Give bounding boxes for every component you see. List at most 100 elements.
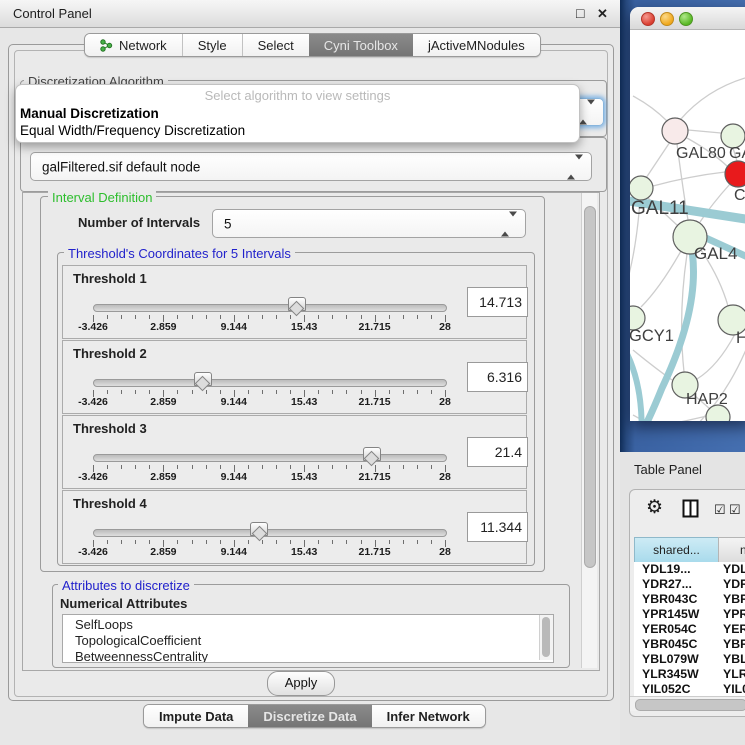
network-window-titlebar[interactable] <box>630 7 745 30</box>
network-edge[interactable] <box>630 338 642 421</box>
tab-style[interactable]: Style <box>182 34 242 56</box>
tick-mark <box>107 540 108 544</box>
tab-impute-data[interactable]: Impute Data <box>144 705 248 727</box>
cell-shared-name: YBR043C <box>642 592 697 607</box>
network-edge[interactable] <box>688 130 721 133</box>
network-edge[interactable] <box>697 334 735 379</box>
scrollbar-thumb[interactable] <box>542 617 550 657</box>
threshold-value-field[interactable]: 21.4 <box>467 437 528 467</box>
slider-track[interactable] <box>93 454 447 462</box>
tick-mark <box>192 465 193 469</box>
right-side-region: GAL80GACGAL11GAL4GCY1HAHAP2 Table Panel … <box>620 0 745 745</box>
select-all-checkbox-icon[interactable]: ☑ <box>729 502 741 518</box>
algorithm-option-equal-width-frequency-discretization[interactable]: Equal Width/Frequency Discretization <box>20 123 245 138</box>
tick-mark <box>431 465 432 469</box>
table-row[interactable]: YBR043CYBR0 <box>634 592 745 607</box>
node-label: GCY1 <box>630 327 674 345</box>
attribute-item-selfloops[interactable]: SelfLoops <box>63 617 553 633</box>
tab-jactivemnodules[interactable]: jActiveMNodules <box>413 34 540 56</box>
network-node[interactable] <box>630 176 653 200</box>
cell-shared-name: YBL079W <box>642 652 699 667</box>
network-edge[interactable] <box>653 172 725 186</box>
cell-name: YER0 <box>723 622 745 637</box>
column-header-shared-name[interactable]: shared... <box>634 537 719 563</box>
threshold-value-field[interactable]: 11.344 <box>467 512 528 542</box>
network-edge[interactable] <box>633 96 667 121</box>
gear-icon[interactable]: ⚙ <box>646 496 663 519</box>
horizontal-scrollbar[interactable] <box>630 696 745 711</box>
tick-mark <box>361 465 362 469</box>
tick-mark <box>389 315 390 319</box>
interval-definition-title: Interval Definition <box>48 190 156 205</box>
list-scrollbar[interactable] <box>539 615 553 660</box>
tab-network[interactable]: Network <box>85 34 182 56</box>
slider-track[interactable] <box>93 304 447 312</box>
tab-infer-network[interactable]: Infer Network <box>372 705 485 727</box>
network-edge[interactable] <box>680 78 745 120</box>
slider-track[interactable] <box>93 529 447 537</box>
tick-label: 15.43 <box>291 546 317 558</box>
tab-label: Style <box>198 38 227 53</box>
close-icon[interactable]: ✕ <box>597 6 608 22</box>
tick-mark <box>220 390 221 394</box>
tick-label: -3.426 <box>78 321 108 333</box>
split-view-icon[interactable] <box>682 499 699 518</box>
tick-label: 28 <box>439 546 451 558</box>
table-row[interactable]: YDR27...YDR2 <box>634 577 745 592</box>
vertical-scrollbar[interactable] <box>581 193 597 668</box>
table-row[interactable]: YER054CYER0 <box>634 622 745 637</box>
float-window-icon[interactable]: □ <box>576 5 584 21</box>
tab-select[interactable]: Select <box>242 34 309 56</box>
network-edge[interactable] <box>641 251 681 307</box>
close-traffic-light-icon[interactable] <box>641 12 655 26</box>
threshold-value-field[interactable]: 14.713 <box>467 287 528 317</box>
tick-mark <box>135 390 136 394</box>
slider-thumb[interactable] <box>194 372 212 386</box>
select-columns-checkbox-icon[interactable]: ☑ <box>714 502 726 518</box>
threshold-panel: Threshold 2-3.4262.8599.14415.4321.71528… <box>62 340 527 414</box>
table-row[interactable]: YLR345WYLR3 <box>634 667 745 682</box>
tick-mark <box>206 540 207 544</box>
column-header-name[interactable]: n... <box>718 537 745 563</box>
attribute-item-betweennesscentrality[interactable]: BetweennessCentrality <box>63 649 553 663</box>
numerical-attributes-list[interactable]: SelfLoopsTopologicalCoefficientBetweenne… <box>62 614 554 663</box>
tick-mark <box>290 390 291 394</box>
network-icon <box>100 39 113 52</box>
tick-label: 2.859 <box>150 321 176 333</box>
threshold-value-field[interactable]: 6.316 <box>467 362 528 392</box>
tab-cyni-toolbox[interactable]: Cyni Toolbox <box>309 34 413 56</box>
network-node[interactable] <box>662 118 688 144</box>
apply-button[interactable]: Apply <box>267 671 335 696</box>
slider-thumb[interactable] <box>250 522 268 536</box>
tick-mark <box>318 390 319 394</box>
network-canvas[interactable]: GAL80GACGAL11GAL4GCY1HAHAP2 <box>630 29 745 421</box>
minimize-traffic-light-icon[interactable] <box>660 12 674 26</box>
scrollbar-thumb[interactable] <box>635 699 745 711</box>
algorithm-option-manual-discretization[interactable]: Manual Discretization <box>20 106 159 121</box>
slider-thumb[interactable] <box>363 447 381 461</box>
tab-discretize-data[interactable]: Discretize Data <box>248 705 371 727</box>
tick-label: -3.426 <box>78 471 108 483</box>
slider-track[interactable] <box>93 379 447 387</box>
screen: { "window": { "title": "Control Panel", … <box>0 0 745 745</box>
table-row[interactable]: YIL052CYIL0 <box>634 682 745 696</box>
number-of-intervals-combobox[interactable]: 5 <box>212 209 526 238</box>
tick-mark <box>177 465 178 469</box>
threshold-panel: Threshold 1-3.4262.8599.14415.4321.71528… <box>62 265 527 339</box>
slider-thumb[interactable] <box>288 297 306 311</box>
zoom-traffic-light-icon[interactable] <box>679 12 693 26</box>
network-edge[interactable] <box>646 142 670 178</box>
table-row[interactable]: YBL079WYBL0 <box>634 652 745 667</box>
scrollbar-thumb[interactable] <box>584 206 596 568</box>
tick-mark <box>149 540 150 544</box>
table-row[interactable]: YDL19...YDL1 <box>634 562 745 577</box>
attribute-item-topologicalcoefficient[interactable]: TopologicalCoefficient <box>63 633 553 649</box>
node-label: HAP2 <box>686 391 728 408</box>
tick-label: 21.715 <box>359 546 391 558</box>
table-data-combobox[interactable]: galFiltered.sif default node <box>30 152 592 181</box>
table-row[interactable]: YPR145WYPR1 <box>634 607 745 622</box>
table-row[interactable]: YBR045CYBR0 <box>634 637 745 652</box>
number-of-intervals-label: Number of Intervals <box>78 215 200 230</box>
thresholds-group-title: Threshold's Coordinates for 5 Intervals <box>64 246 295 261</box>
network-node[interactable] <box>725 161 745 187</box>
